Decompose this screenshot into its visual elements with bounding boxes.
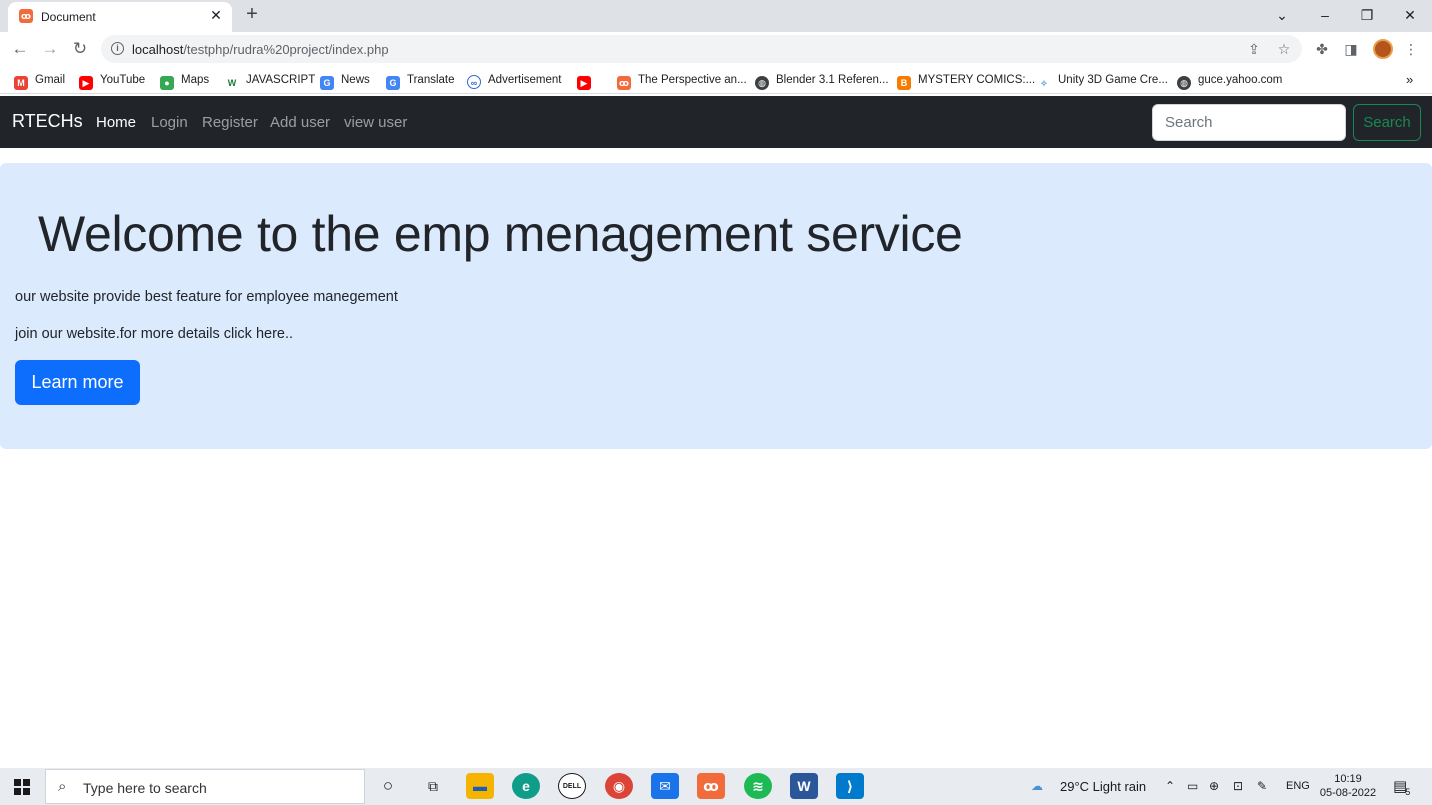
new-tab-icon[interactable]: +: [243, 4, 261, 24]
xampp-favicon-icon: ꝏ: [19, 9, 33, 23]
learn-more-button[interactable]: Learn more: [15, 360, 140, 405]
mail-icon[interactable]: ✉: [651, 773, 679, 799]
notification-count: 5: [1405, 787, 1411, 797]
task-view-icon[interactable]: ⧉: [419, 773, 447, 799]
spotify-icon[interactable]: ≋: [744, 773, 772, 799]
reload-icon[interactable]: ↻: [69, 38, 91, 60]
nav-link-login[interactable]: Login: [151, 114, 188, 131]
youtube-icon: ▶: [79, 76, 93, 90]
pen-icon[interactable]: ✎: [1257, 779, 1267, 793]
menu-kebab-icon[interactable]: ⋮: [1401, 39, 1421, 59]
close-tab-icon[interactable]: ✕: [208, 7, 224, 23]
bookmark-blender[interactable]: ◍ Blender 3.1 Referen...: [755, 72, 889, 90]
close-window-icon[interactable]: ✕: [1398, 4, 1422, 26]
bookmark-news[interactable]: G News: [320, 72, 370, 90]
extensions-puzzle-icon[interactable]: ✤: [1312, 39, 1332, 59]
word-icon[interactable]: W: [790, 773, 818, 799]
bookmarks-bar: M Gmail ▶ YouTube ● Maps W JAVASCRIPT G News …: [0, 66, 1432, 94]
cortana-icon[interactable]: ○: [374, 773, 402, 799]
xampp-icon: ꝏ: [617, 76, 631, 90]
search-button[interactable]: Search: [1353, 104, 1421, 141]
bookmark-yahoo[interactable]: ◍ guce.yahoo.com: [1177, 72, 1282, 90]
hero-title: Welcome to the emp menagement service: [38, 206, 963, 262]
bookmark-maps[interactable]: ● Maps: [160, 72, 209, 90]
ad-icon: ∞: [467, 75, 481, 89]
bookmark-gmail[interactable]: M Gmail: [14, 72, 65, 90]
network-globe-icon[interactable]: ⊕: [1209, 779, 1219, 793]
bookmark-unity[interactable]: ⟡ Unity 3D Game Cre...: [1037, 72, 1168, 90]
language-indicator[interactable]: ENG: [1286, 780, 1310, 792]
search-input[interactable]: [1152, 104, 1346, 141]
bookmark-translate[interactable]: G Translate: [386, 72, 455, 90]
youtube-icon: ▶: [577, 76, 591, 90]
chrome-icon[interactable]: ◉: [605, 773, 633, 799]
dell-icon[interactable]: DELL: [558, 773, 586, 799]
weather-icon[interactable]: ☁: [1031, 779, 1043, 793]
hero-description: our website provide best feature for emp…: [15, 289, 398, 305]
taskbar-search-placeholder: Type here to search: [83, 780, 207, 796]
file-explorer-icon[interactable]: ▬: [466, 773, 494, 799]
hero-cta-text: join our website.for more details click …: [15, 326, 294, 342]
profile-avatar[interactable]: [1373, 39, 1393, 59]
bookmark-mystery-comics[interactable]: B MYSTERY COMICS:...: [897, 72, 1035, 90]
browser-toolbar: ← → ↻ i localhost/testphp/rudra%20projec…: [0, 32, 1432, 66]
unity-icon: ⟡: [1037, 76, 1051, 90]
bookmark-javascript[interactable]: W JAVASCRIPT: [225, 72, 315, 90]
back-icon[interactable]: ←: [9, 38, 31, 60]
site-navbar: RTECHs Home Login Register Add user view…: [0, 96, 1432, 148]
blogger-icon: B: [897, 76, 911, 90]
url-text[interactable]: localhost/testphp/rudra%20project/index.…: [132, 42, 389, 57]
browser-tab[interactable]: ꝏ Document ✕: [8, 2, 232, 32]
w-icon: W: [225, 76, 239, 90]
site-info-icon[interactable]: i: [111, 42, 124, 55]
gmail-icon: M: [14, 76, 28, 90]
clock-time: 10:19: [1334, 773, 1362, 785]
minimize-icon[interactable]: –: [1313, 4, 1337, 26]
battery-icon[interactable]: ▭: [1187, 779, 1198, 793]
xampp-icon[interactable]: ꝏ: [697, 773, 725, 799]
hero-section: Welcome to the emp menagement service ou…: [0, 163, 1432, 449]
navbar-brand[interactable]: RTECHs: [12, 111, 83, 132]
nav-link-register[interactable]: Register: [202, 114, 258, 131]
weather-text[interactable]: 29°C Light rain: [1060, 779, 1146, 794]
browser-tab-strip: ꝏ Document ✕ + ⌄ – ❐ ✕: [0, 0, 1432, 32]
globe-icon: ◍: [755, 76, 769, 90]
tab-title: Document: [41, 10, 96, 24]
bookmark-youtube-2[interactable]: ▶: [577, 72, 598, 90]
side-panel-icon[interactable]: ◨: [1341, 39, 1361, 59]
nav-link-home[interactable]: Home: [96, 114, 136, 131]
vscode-icon[interactable]: ⟩: [836, 773, 864, 799]
tab-search-chevron-icon[interactable]: ⌄: [1270, 4, 1294, 26]
bookmark-youtube[interactable]: ▶ YouTube: [79, 72, 145, 90]
translate-icon: G: [386, 76, 400, 90]
meet-now-icon[interactable]: ⊡: [1233, 779, 1243, 793]
notification-icon[interactable]: ▤5: [1393, 777, 1412, 797]
news-icon: G: [320, 76, 334, 90]
taskbar-search-box[interactable]: ⌕ Type here to search: [45, 769, 365, 804]
globe-icon: ◍: [1177, 76, 1191, 90]
bookmark-advertisement[interactable]: ∞ Advertisement: [467, 72, 562, 89]
bookmark-star-icon[interactable]: ☆: [1275, 40, 1293, 58]
address-bar[interactable]: i localhost/testphp/rudra%20project/inde…: [101, 35, 1302, 63]
edge-icon[interactable]: e: [512, 773, 540, 799]
bookmark-perspective[interactable]: ꝏ The Perspective an...: [617, 72, 747, 90]
more-bookmarks-chevron-icon[interactable]: »: [1406, 72, 1413, 88]
nav-link-view-user[interactable]: view user: [344, 114, 407, 131]
forward-icon[interactable]: →: [39, 38, 61, 60]
restore-icon[interactable]: ❐: [1355, 4, 1379, 26]
nav-link-add-user[interactable]: Add user: [270, 114, 330, 131]
clock[interactable]: 10:19 05-08-2022: [1316, 772, 1380, 800]
windows-start-icon[interactable]: [14, 779, 30, 795]
maps-icon: ●: [160, 76, 174, 90]
search-icon: ⌕: [58, 778, 67, 795]
windows-taskbar: ⌕ Type here to search ○ ⧉ ▬ e DELL ◉ ✉ ꝏ…: [0, 768, 1432, 805]
clock-date: 05-08-2022: [1319, 787, 1377, 799]
share-icon[interactable]: ⇪: [1245, 40, 1263, 58]
tray-chevron-up-icon[interactable]: ⌃: [1165, 779, 1175, 793]
